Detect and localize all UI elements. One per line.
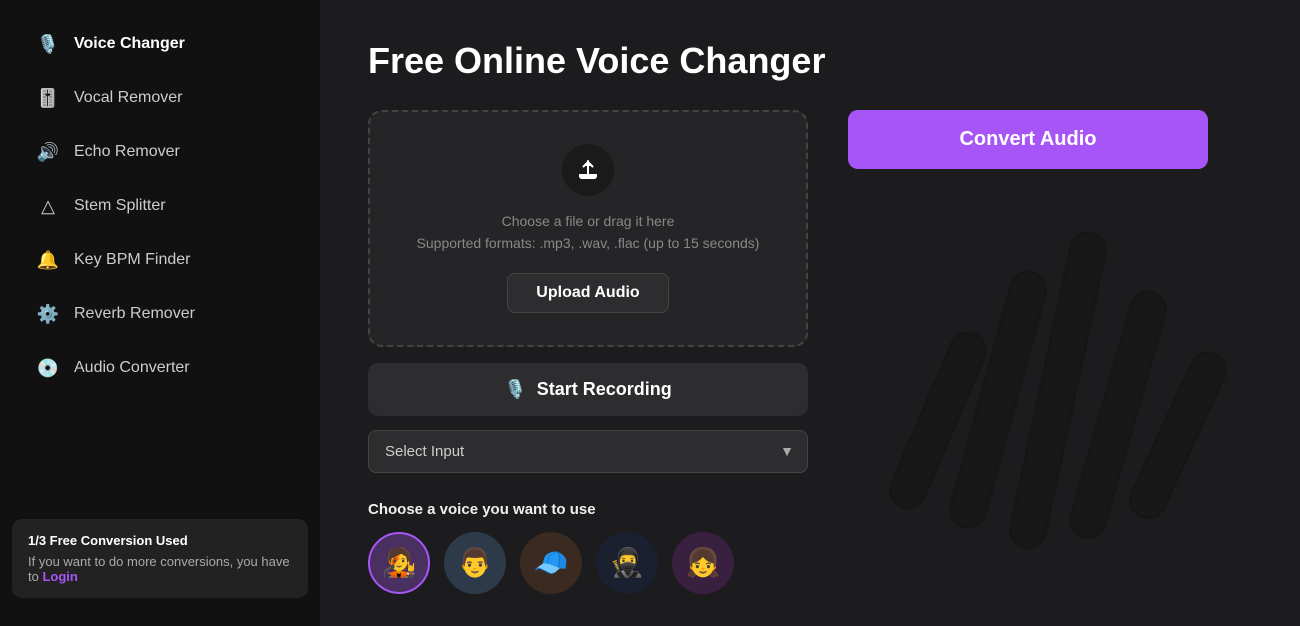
- sidebar-item-label: Vocal Remover: [74, 89, 183, 107]
- convert-audio-button[interactable]: Convert Audio: [848, 110, 1208, 169]
- voice-avatars: 🧑‍🎤👨🧢🥷👧: [368, 532, 808, 594]
- content-area: Choose a file or drag it here Supported …: [368, 110, 1252, 594]
- sidebar-item-key-bpm-finder[interactable]: 🔔 Key BPM Finder: [12, 234, 308, 286]
- upload-icon: [562, 144, 614, 196]
- upload-audio-button[interactable]: Upload Audio: [507, 273, 668, 313]
- upload-arrow-icon: [576, 158, 600, 182]
- voice-avatar-v5[interactable]: 👧: [672, 532, 734, 594]
- stem-splitter-icon: △: [36, 194, 60, 218]
- login-link[interactable]: Login: [42, 569, 77, 584]
- waveform-decoration: [888, 170, 1228, 555]
- voice-avatar-v3[interactable]: 🧢: [520, 532, 582, 594]
- sidebar-item-audio-converter[interactable]: 💿 Audio Converter: [12, 342, 308, 394]
- main-content: Free Online Voice Changer Choose a file …: [320, 0, 1300, 626]
- sidebar-footer-title: 1/3 Free Conversion Used: [28, 533, 292, 548]
- sidebar-item-stem-splitter[interactable]: △ Stem Splitter: [12, 180, 308, 232]
- echo-remover-icon: 🔊: [36, 140, 60, 164]
- start-recording-button[interactable]: 🎙️ Start Recording: [368, 363, 808, 416]
- audio-converter-icon: 💿: [36, 356, 60, 380]
- voice-avatar-v1[interactable]: 🧑‍🎤: [368, 532, 430, 594]
- voice-changer-icon: 🎙️: [36, 32, 60, 56]
- sidebar-item-vocal-remover[interactable]: 🎚️ Vocal Remover: [12, 72, 308, 124]
- sidebar-item-label: Audio Converter: [74, 359, 190, 377]
- voice-avatar-v2[interactable]: 👨: [444, 532, 506, 594]
- left-panel: Choose a file or drag it here Supported …: [368, 110, 808, 594]
- upload-hint: Choose a file or drag it here Supported …: [417, 210, 760, 255]
- sidebar-item-label: Key BPM Finder: [74, 251, 190, 269]
- right-panel: Convert Audio: [848, 110, 1208, 199]
- sidebar-item-echo-remover[interactable]: 🔊 Echo Remover: [12, 126, 308, 178]
- sidebar-item-label: Reverb Remover: [74, 305, 195, 323]
- sidebar-item-reverb-remover[interactable]: ⚙️ Reverb Remover: [12, 288, 308, 340]
- vocal-remover-icon: 🎚️: [36, 86, 60, 110]
- sidebar: 🎙️ Voice Changer 🎚️ Vocal Remover 🔊 Echo…: [0, 0, 320, 626]
- microphone-icon: 🎙️: [504, 379, 526, 400]
- voice-section-label: Choose a voice you want to use: [368, 501, 808, 518]
- upload-area[interactable]: Choose a file or drag it here Supported …: [368, 110, 808, 347]
- sidebar-item-label: Echo Remover: [74, 143, 180, 161]
- sidebar-footer-body: If you want to do more conversions, you …: [28, 554, 292, 584]
- select-input-wrapper: Select InputMicrophone (default)System A…: [368, 430, 808, 473]
- select-input[interactable]: Select InputMicrophone (default)System A…: [368, 430, 808, 473]
- voice-avatar-v4[interactable]: 🥷: [596, 532, 658, 594]
- sidebar-item-label: Voice Changer: [74, 35, 185, 53]
- key-bpm-finder-icon: 🔔: [36, 248, 60, 272]
- sidebar-item-label: Stem Splitter: [74, 197, 166, 215]
- sidebar-footer: 1/3 Free Conversion Used If you want to …: [12, 519, 308, 598]
- sidebar-item-voice-changer[interactable]: 🎙️ Voice Changer: [12, 18, 308, 70]
- reverb-remover-icon: ⚙️: [36, 302, 60, 326]
- page-title: Free Online Voice Changer: [368, 40, 1252, 82]
